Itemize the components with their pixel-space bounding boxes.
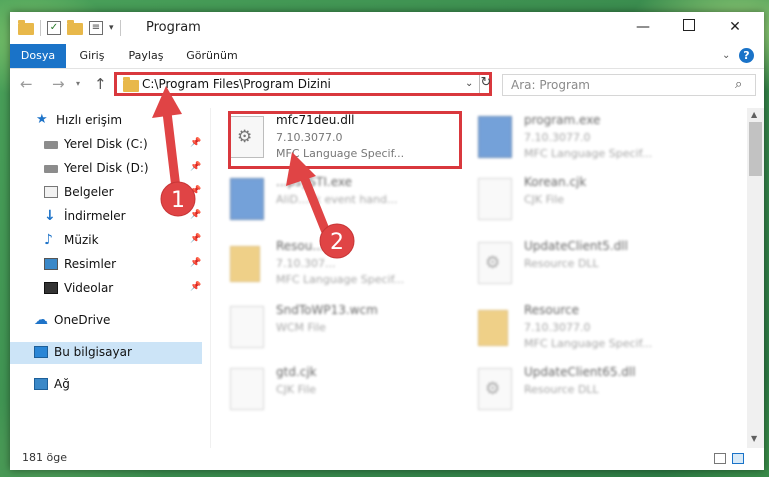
annotation-arrow [161, 99, 181, 193]
annotation-number: 2 [330, 230, 344, 255]
annotation-number: 1 [171, 188, 185, 213]
arrow-head-icon [152, 86, 182, 118]
arrow-head-icon [286, 152, 316, 186]
annotation-arrow [297, 167, 331, 237]
annotation-overlay: 1 2 [152, 86, 355, 259]
